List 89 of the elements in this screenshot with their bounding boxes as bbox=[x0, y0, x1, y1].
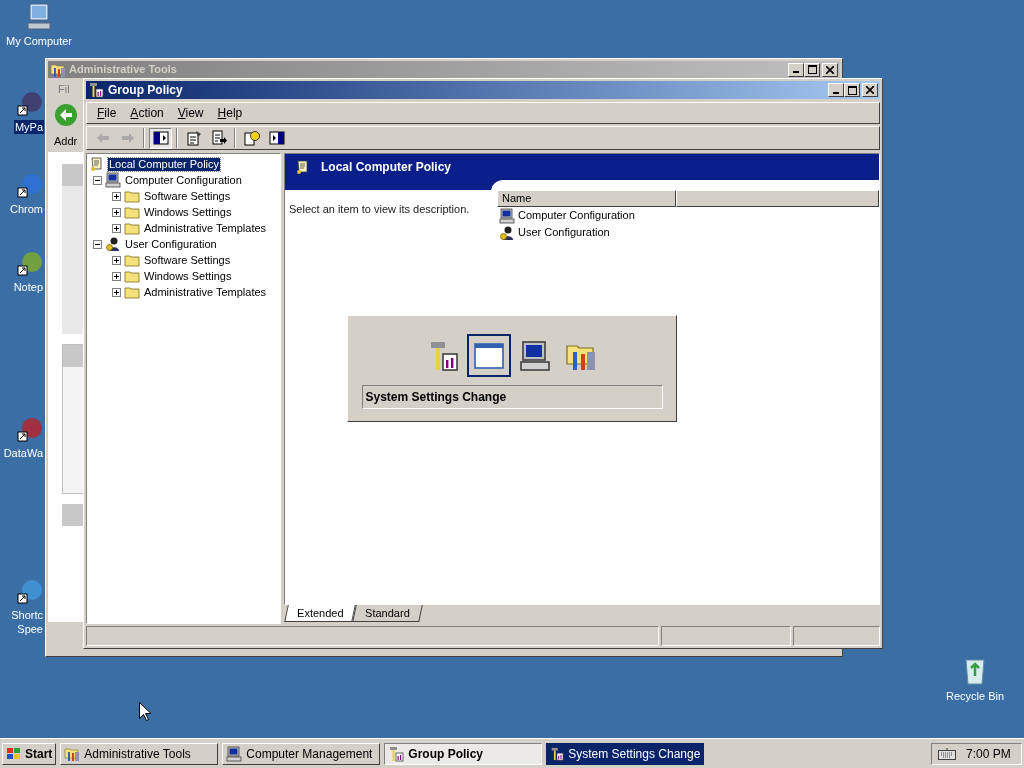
tree-item[interactable]: Administrative Templates bbox=[143, 285, 268, 299]
maximize-icon bbox=[807, 65, 817, 74]
windows-logo-icon bbox=[6, 746, 22, 761]
computer-icon bbox=[519, 339, 551, 372]
close-icon bbox=[866, 86, 874, 94]
maximize-button[interactable] bbox=[844, 83, 860, 97]
start-button[interactable]: Start bbox=[2, 742, 57, 765]
scroll-icon bbox=[89, 156, 105, 172]
description-text: Select an item to view its description. bbox=[289, 203, 470, 215]
taskbar-button[interactable]: Group Policy bbox=[384, 742, 543, 765]
tree-item[interactable]: Software Settings bbox=[143, 253, 232, 267]
maximize-icon bbox=[847, 85, 857, 95]
tree-item[interactable]: Windows Settings bbox=[143, 205, 233, 219]
collapse-icon[interactable] bbox=[93, 239, 102, 249]
view-tab[interactable]: Standard bbox=[352, 605, 423, 622]
desktop-icon-label[interactable]: Notep bbox=[12, 280, 44, 294]
tree-item[interactable]: Computer Configuration bbox=[124, 173, 243, 187]
tree-button[interactable] bbox=[149, 127, 172, 149]
computer-icon bbox=[226, 745, 243, 762]
close-button[interactable] bbox=[822, 62, 838, 77]
computer-icon[interactable] bbox=[24, 2, 54, 32]
expand-icon[interactable] bbox=[112, 191, 121, 201]
address-label: Addr bbox=[54, 133, 78, 149]
minimize-button[interactable] bbox=[788, 62, 804, 77]
help-icon bbox=[243, 130, 260, 146]
tree-item[interactable]: Software Settings bbox=[143, 189, 232, 203]
mouse-cursor-icon bbox=[139, 702, 151, 721]
hammer-chart-icon bbox=[550, 745, 565, 762]
taskbar-button[interactable]: System Settings Change bbox=[546, 742, 705, 765]
close-button[interactable] bbox=[862, 83, 878, 97]
tree-item[interactable]: Windows Settings bbox=[143, 269, 233, 283]
menu-item[interactable]: Help bbox=[211, 104, 249, 122]
tree-item[interactable]: Local Computer Policy bbox=[108, 157, 221, 171]
window-title: Administrative Tools bbox=[69, 62, 177, 78]
folder-icon bbox=[124, 284, 140, 300]
taskbar-button[interactable]: Computer Management bbox=[222, 742, 381, 765]
menu-item[interactable]: View bbox=[171, 104, 210, 122]
properties-icon bbox=[185, 130, 202, 146]
user-gear-icon bbox=[499, 224, 515, 241]
window-title: Group Policy bbox=[108, 82, 183, 99]
desktop-icon-label[interactable]: My Computer bbox=[5, 34, 73, 48]
tree-item[interactable]: Administrative Templates bbox=[143, 221, 268, 235]
task-switcher-item[interactable] bbox=[467, 334, 511, 377]
folder-tools-icon bbox=[64, 745, 81, 762]
column-header[interactable]: Name bbox=[497, 190, 676, 207]
expand-icon[interactable] bbox=[112, 255, 121, 265]
view-tab[interactable]: Extended bbox=[284, 605, 357, 622]
folder-icon bbox=[124, 252, 140, 268]
list-item[interactable]: Computer Configuration bbox=[518, 207, 635, 224]
clock: 7:00 PM bbox=[966, 745, 1011, 763]
minimize-icon bbox=[793, 71, 799, 73]
pane-header-title: Local Computer Policy bbox=[321, 159, 452, 176]
minimize-icon bbox=[833, 91, 839, 94]
keyboard-icon[interactable] bbox=[938, 747, 956, 760]
computer-icon bbox=[499, 207, 515, 224]
hammer-chart-icon bbox=[388, 745, 405, 762]
desktop-icon-label[interactable]: Shortc Spee bbox=[10, 608, 44, 636]
folder-icon bbox=[124, 220, 140, 236]
close-icon bbox=[826, 65, 834, 74]
expand-icon[interactable] bbox=[112, 271, 121, 281]
desktop-icon-label[interactable]: Chrom bbox=[9, 202, 44, 216]
menu-item[interactable]: File bbox=[91, 104, 123, 122]
menu-item[interactable]: Action bbox=[124, 104, 170, 122]
user-gear-icon bbox=[105, 236, 121, 252]
folder-tools-icon bbox=[50, 61, 66, 78]
task-switcher-caption: System Settings Change bbox=[361, 385, 663, 409]
taskbar-button[interactable]: Administrative Tools bbox=[60, 742, 219, 765]
tree-pane-icon bbox=[152, 130, 169, 146]
folder-icon bbox=[124, 268, 140, 284]
hammer-chart-icon bbox=[88, 82, 104, 98]
expand-icon[interactable] bbox=[112, 223, 121, 233]
tree-item[interactable]: User Configuration bbox=[124, 237, 218, 251]
expand-icon[interactable] bbox=[112, 287, 121, 297]
collapse-icon[interactable] bbox=[93, 175, 102, 185]
desktop-icon-label[interactable]: Recycle Bin bbox=[945, 689, 1005, 703]
computer-icon bbox=[105, 172, 121, 188]
action-pane-icon bbox=[268, 130, 285, 146]
scroll-icon bbox=[295, 159, 311, 175]
export-list-icon bbox=[210, 130, 227, 146]
desktop-icon-label[interactable]: MyPa bbox=[13, 120, 44, 134]
desktop-icon-label[interactable]: DataWa bbox=[2, 446, 44, 460]
column-header[interactable] bbox=[676, 190, 879, 207]
folder-icon bbox=[124, 188, 140, 204]
forward-arrow-icon bbox=[119, 130, 136, 146]
expand-icon[interactable] bbox=[112, 207, 121, 217]
list-item[interactable]: User Configuration bbox=[518, 224, 610, 241]
minimize-button[interactable] bbox=[828, 83, 844, 97]
folder-icon bbox=[124, 204, 140, 220]
maximize-button[interactable] bbox=[804, 62, 820, 77]
